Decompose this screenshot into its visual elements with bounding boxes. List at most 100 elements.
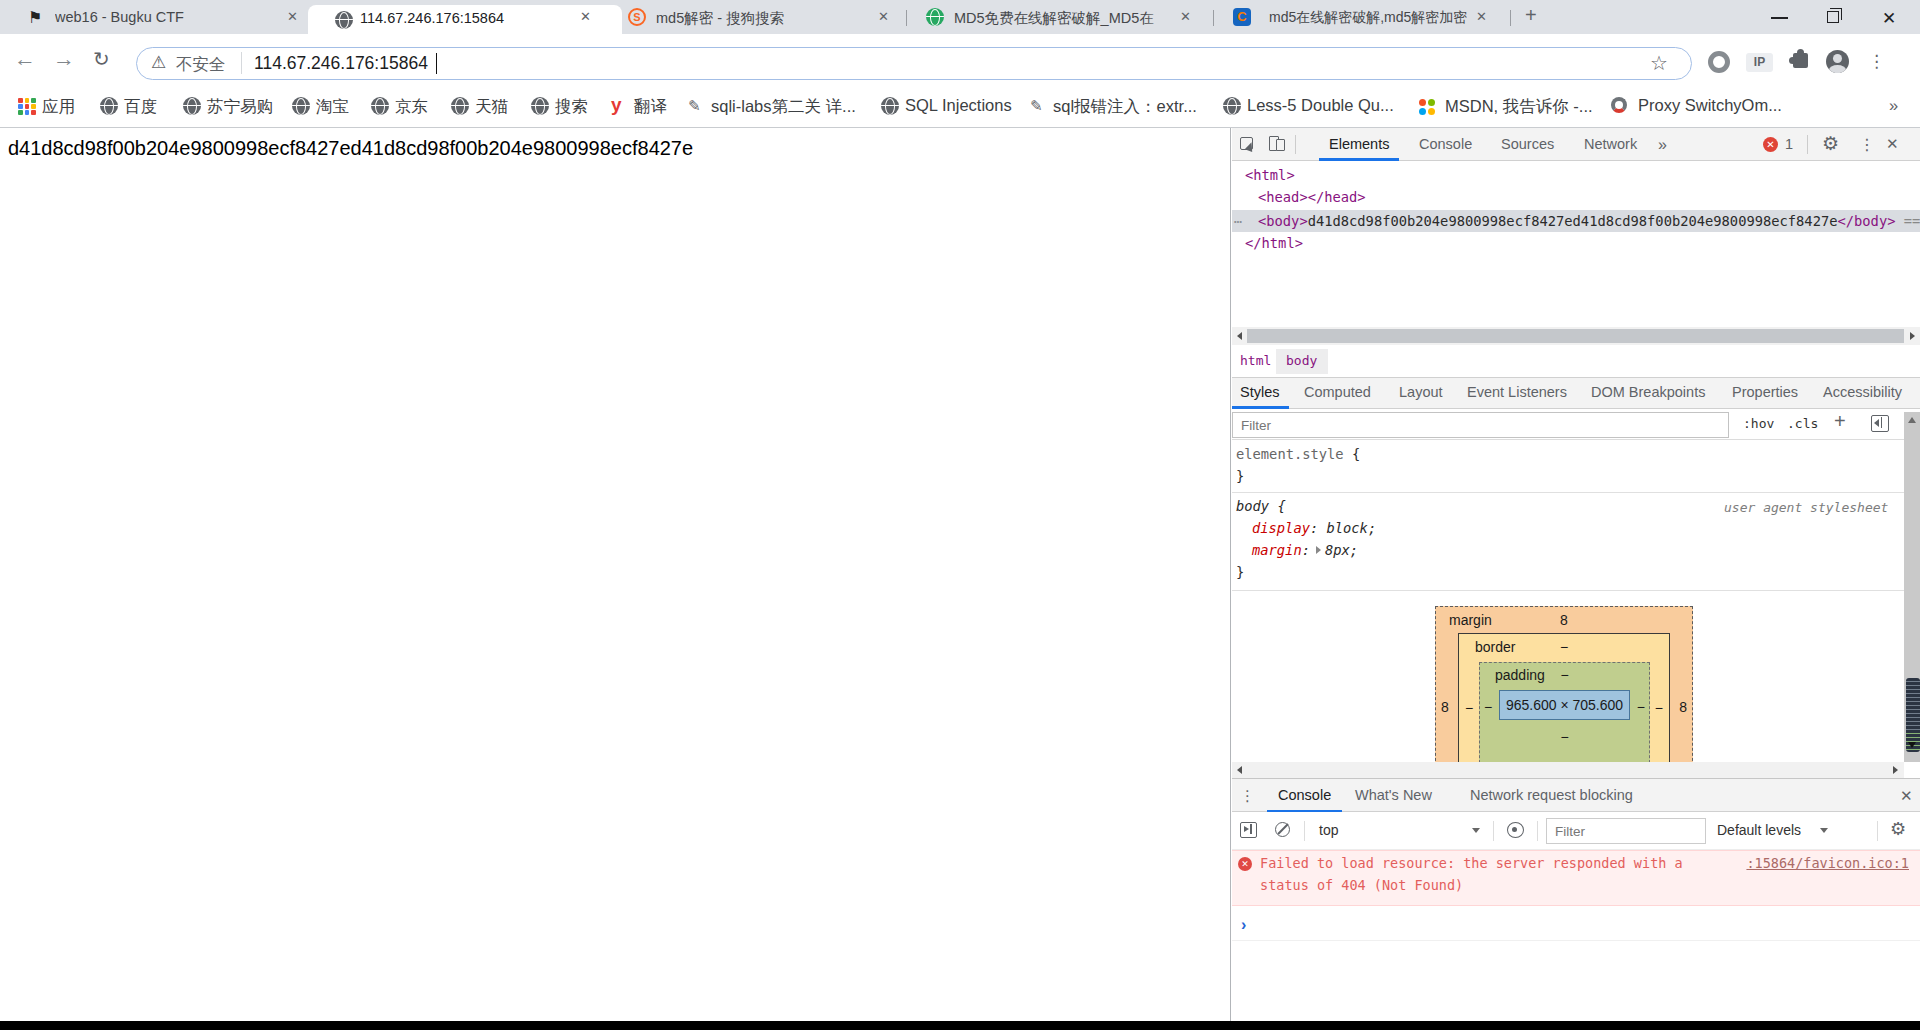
error-source-link[interactable]: :15864/favicon.ico:1	[1746, 855, 1909, 871]
tab-sogou[interactable]: S md5解密 - 搜狗搜索 ✕	[622, 0, 906, 34]
console-sidebar-icon[interactable]	[1240, 822, 1257, 838]
address-bar[interactable]: ⚠ 不安全 114.67.246.176:15864 ☆	[136, 47, 1692, 80]
hov-toggle[interactable]: :hov	[1743, 416, 1774, 431]
border-top-value[interactable]: −	[1459, 639, 1669, 655]
tab-web16[interactable]: ⚑ web16 - Bugku CTF ✕	[8, 0, 306, 34]
drawer-tab-whats-new[interactable]: What's New	[1355, 787, 1432, 803]
ip-extension-icon[interactable]: IP	[1746, 53, 1773, 72]
scroll-right-arrow[interactable]	[1893, 766, 1898, 774]
border-left-value[interactable]: −	[1465, 700, 1473, 716]
back-icon[interactable]: ←	[14, 46, 36, 72]
margin-top-value[interactable]: 8	[1436, 612, 1692, 628]
drawer-close-icon[interactable]: ✕	[1900, 787, 1913, 805]
tab-md5-free[interactable]: MD5免费在线解密破解_MD5在 ✕	[909, 0, 1213, 34]
tab-active-ip[interactable]: 114.67.246.176:15864 ✕	[308, 5, 622, 34]
styles-hscrollbar[interactable]	[1232, 762, 1904, 778]
tab-close-icon[interactable]: ✕	[1476, 9, 1487, 24]
tab-properties[interactable]: Properties	[1732, 384, 1798, 400]
tab-close-icon[interactable]: ✕	[287, 9, 298, 24]
tab-close-icon[interactable]: ✕	[878, 9, 889, 24]
tab-layout[interactable]: Layout	[1399, 384, 1443, 400]
body-rule-selector[interactable]: body {	[1236, 498, 1286, 514]
apps-grid-icon[interactable]	[18, 97, 36, 115]
crumb-html[interactable]: html	[1240, 353, 1271, 368]
bookmark-proxy[interactable]: Proxy SwitchyOm...	[1638, 96, 1782, 115]
console-filter-input[interactable]: Filter	[1546, 818, 1706, 844]
padding-top-value[interactable]: −	[1480, 667, 1649, 683]
clear-console-icon[interactable]	[1275, 822, 1290, 837]
devtools-close-icon[interactable]: ✕	[1886, 135, 1899, 153]
context-dropdown-arrow[interactable]	[1472, 828, 1480, 833]
bookmark-less5[interactable]: Less-5 Double Qu...	[1247, 96, 1394, 115]
scroll-down-arrow[interactable]	[1908, 742, 1916, 748]
elements-hscrollbar[interactable]	[1232, 327, 1920, 345]
inspect-icon[interactable]	[1240, 137, 1253, 150]
padding-bottom-value[interactable]: −	[1480, 729, 1649, 745]
bookmark-sql-injections[interactable]: SQL Injections	[905, 96, 1012, 115]
dom-head[interactable]: <head></head>	[1258, 189, 1366, 205]
drawer-menu-icon[interactable]: ⋮	[1240, 787, 1255, 805]
devtools-tab-sources[interactable]: Sources	[1501, 136, 1554, 152]
bookmark-star-icon[interactable]: ☆	[1650, 51, 1668, 75]
scroll-right-arrow[interactable]	[1910, 332, 1915, 340]
bookmark-translate[interactable]: 翻译	[634, 96, 667, 118]
tab-styles[interactable]: Styles	[1240, 384, 1280, 400]
devtools-tab-elements[interactable]: Elements	[1329, 136, 1389, 152]
security-label[interactable]: 不安全	[176, 54, 226, 76]
scroll-left-arrow[interactable]	[1237, 332, 1242, 340]
browser-menu-icon[interactable]: ⋮	[1868, 51, 1885, 72]
console-settings-icon[interactable]: ⚙	[1890, 818, 1906, 840]
boxmodel-margin[interactable]: margin 8 8 8 border − − − padding − − − …	[1435, 606, 1693, 762]
padding-left-value[interactable]: −	[1484, 699, 1492, 715]
bookmark-suning[interactable]: 苏宁易购	[207, 96, 273, 118]
dom-selected-row[interactable]: ⋯ <body>d41d8cd98f00b204e9800998ecf8427e…	[1232, 210, 1920, 232]
bookmark-apps[interactable]: 应用	[42, 96, 75, 118]
console-context-selector[interactable]: top	[1319, 822, 1338, 838]
minimize-button[interactable]	[1760, 0, 1800, 34]
margin-right-value[interactable]: 8	[1679, 699, 1687, 715]
margin-property[interactable]: margin:8px;	[1252, 542, 1358, 558]
dom-html-open[interactable]: <html>	[1245, 167, 1295, 183]
bookmark-msdn[interactable]: MSDN, 我告诉你 -...	[1445, 96, 1593, 118]
error-count[interactable]: 1	[1785, 136, 1793, 152]
bookmark-tmall[interactable]: 天猫	[475, 96, 508, 118]
new-tab-button[interactable]: +	[1525, 4, 1537, 27]
styles-vscrollbar[interactable]	[1904, 412, 1920, 762]
bookmarks-overflow-chevron[interactable]: »	[1889, 96, 1898, 115]
devtools-tab-console[interactable]: Console	[1419, 136, 1472, 152]
sidebar-toggle-icon[interactable]	[1871, 415, 1889, 432]
border-right-value[interactable]: −	[1655, 700, 1663, 716]
drawer-tab-network-blocking[interactable]: Network request blocking	[1470, 787, 1633, 803]
levels-dropdown-arrow[interactable]	[1820, 828, 1828, 833]
tab-chamd5[interactable]: C md5在线解密破解,md5解密加密 ✕	[1216, 0, 1510, 34]
tab-event-listeners[interactable]: Event Listeners	[1467, 384, 1567, 400]
extension-ring-icon[interactable]	[1708, 51, 1730, 73]
tab-computed[interactable]: Computed	[1304, 384, 1371, 400]
live-expression-eye-icon[interactable]	[1507, 822, 1524, 838]
bookmark-jd[interactable]: 京东	[395, 96, 428, 118]
forward-icon[interactable]: →	[53, 46, 75, 72]
error-badge-icon[interactable]: ✕	[1763, 137, 1778, 152]
extensions-puzzle-icon[interactable]	[1793, 53, 1808, 68]
tab-close-icon[interactable]: ✕	[580, 9, 591, 24]
element-style-rule[interactable]: element.style {	[1236, 446, 1360, 462]
bookmark-search[interactable]: 搜索	[555, 96, 588, 118]
scroll-thumb[interactable]	[1247, 329, 1904, 343]
log-levels-selector[interactable]: Default levels	[1717, 822, 1801, 838]
drawer-tab-console[interactable]: Console	[1278, 787, 1331, 803]
console-prompt-chevron[interactable]: ›	[1241, 916, 1246, 934]
tab-accessibility[interactable]: Accessibility	[1823, 384, 1902, 400]
close-window-button[interactable]: ✕	[1870, 0, 1910, 34]
boxmodel-padding[interactable]: padding − − − − 965.600 × 705.600	[1479, 662, 1650, 762]
maximize-button[interactable]	[1815, 0, 1855, 34]
reload-icon[interactable]: ↻	[93, 47, 110, 71]
bookmark-taobao[interactable]: 淘宝	[316, 96, 349, 118]
scroll-up-arrow[interactable]	[1908, 417, 1916, 423]
margin-left-value[interactable]: 8	[1441, 699, 1449, 715]
url-text[interactable]: 114.67.246.176:15864	[254, 53, 428, 74]
crumb-body-bg[interactable]: body	[1276, 349, 1328, 374]
tab-dom-breakpoints[interactable]: DOM Breakpoints	[1591, 384, 1705, 400]
bookmark-sql-error[interactable]: sql报错注入：extr...	[1053, 96, 1197, 118]
styles-filter-input[interactable]: Filter	[1232, 412, 1729, 438]
cls-toggle[interactable]: .cls	[1787, 416, 1818, 431]
